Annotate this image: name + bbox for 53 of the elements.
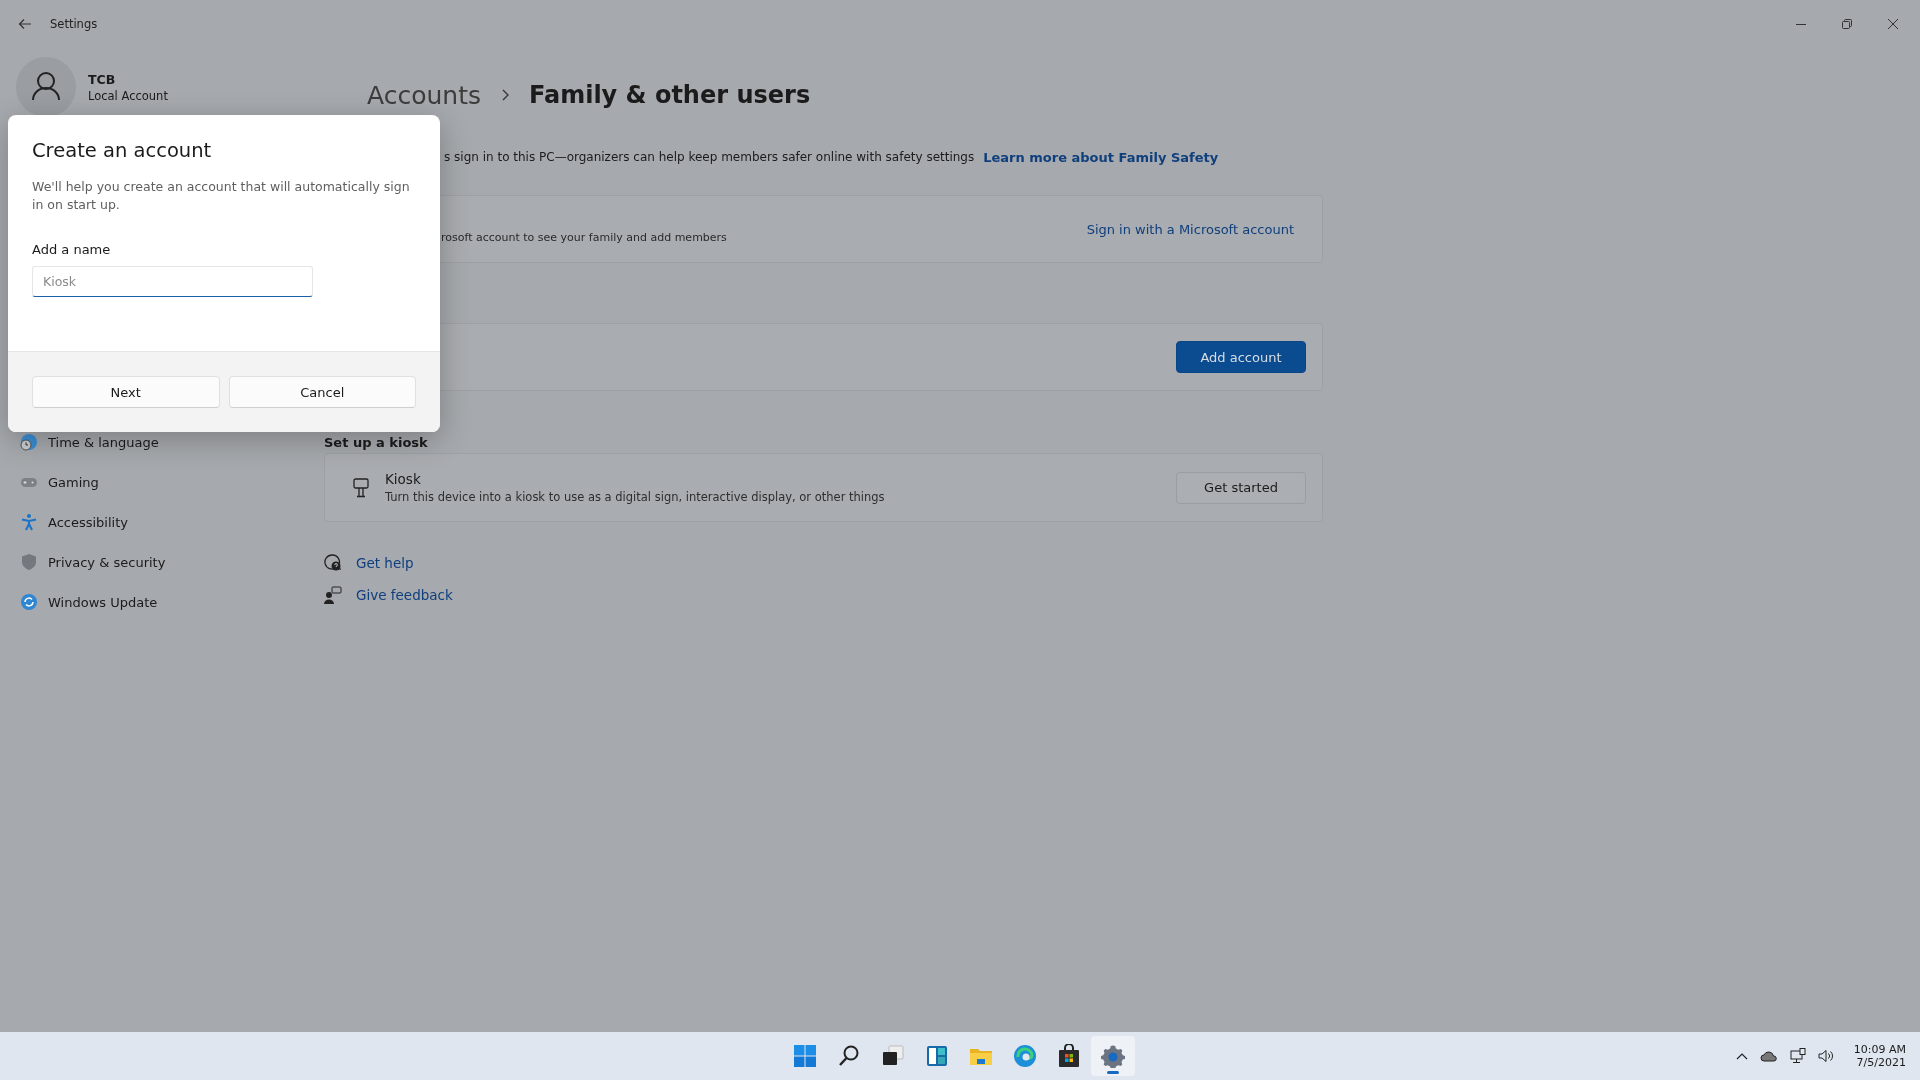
account-type: Local Account [88, 88, 168, 103]
speaker-icon[interactable] [1817, 1049, 1834, 1063]
section-heading: Set up a kiosk [324, 434, 429, 452]
cloud-icon[interactable] [1759, 1050, 1778, 1062]
cancel-button[interactable]: Cancel [228, 376, 416, 408]
family-safety-link[interactable]: Learn more about Family Safety [983, 149, 1219, 165]
page-title: Family & other users [528, 81, 811, 109]
restore-icon[interactable] [1842, 19, 1852, 29]
nav-item[interactable]: Accessibility [16, 502, 324, 542]
avatar-icon [16, 57, 76, 117]
sign-in-link[interactable]: Sign in with a Microsoft account [1086, 221, 1294, 237]
back-icon[interactable] [18, 18, 32, 30]
chevron-right-icon [500, 89, 509, 101]
card-description: rosoft account to see your family and add members [441, 230, 727, 244]
sync-icon [20, 593, 38, 611]
close-icon[interactable] [1888, 19, 1898, 29]
search-icon [837, 1044, 861, 1068]
kiosk-icon [353, 477, 369, 498]
name-field[interactable]: Kiosk [32, 266, 313, 297]
add-account-button[interactable]: Add account [1176, 341, 1306, 373]
breadcrumb-link[interactable]: Accounts [367, 80, 481, 110]
start-icon [793, 1044, 817, 1068]
card-title: Kiosk [385, 471, 422, 487]
shopping-bag-icon [1057, 1044, 1081, 1068]
widgets-icon [925, 1044, 949, 1068]
nav-item[interactable]: Time & language [16, 422, 324, 462]
browser-icon [1013, 1044, 1037, 1068]
help-link[interactable]: Get help [356, 555, 414, 571]
clock-time[interactable]: 10:09 AM [1853, 1043, 1906, 1056]
description-text: s sign in to this PC—organizers can help keep members safer online with safety settings [444, 150, 975, 164]
help-link[interactable]: Give feedback [356, 587, 453, 603]
shield-icon [20, 553, 38, 571]
clock-globe-icon [20, 433, 38, 451]
get-started-button[interactable]: Get started [1176, 471, 1306, 504]
windows-stack-icon [881, 1044, 905, 1068]
settings-icon [1101, 1044, 1125, 1068]
nav-item[interactable]: Gaming [16, 462, 324, 502]
window-title: Settings [50, 17, 98, 31]
clock-date[interactable]: 7/5/2021 [1856, 1056, 1906, 1069]
card-description: Turn this device into a kiosk to use as a digital sign, interactive display, or other things [385, 490, 885, 504]
feedback-person-icon [324, 586, 342, 604]
person-icon [20, 513, 38, 531]
chevron-up-icon[interactable] [1735, 1052, 1748, 1060]
nav-item[interactable]: Privacy & security [16, 542, 324, 582]
next-button[interactable]: Next [32, 376, 220, 408]
dialog-title: Create an account [32, 139, 213, 162]
settings-taskbar-button[interactable] [1091, 1036, 1135, 1076]
help-chat-icon [324, 554, 342, 572]
dialog-text: We'll help you create an account that will automatically sign in on start up. [32, 178, 411, 214]
user-name: TCB [88, 71, 117, 87]
nav-item[interactable]: Windows Update [16, 582, 324, 622]
network-monitor-icon[interactable] [1789, 1048, 1806, 1064]
field-label: Add a name [32, 242, 112, 257]
